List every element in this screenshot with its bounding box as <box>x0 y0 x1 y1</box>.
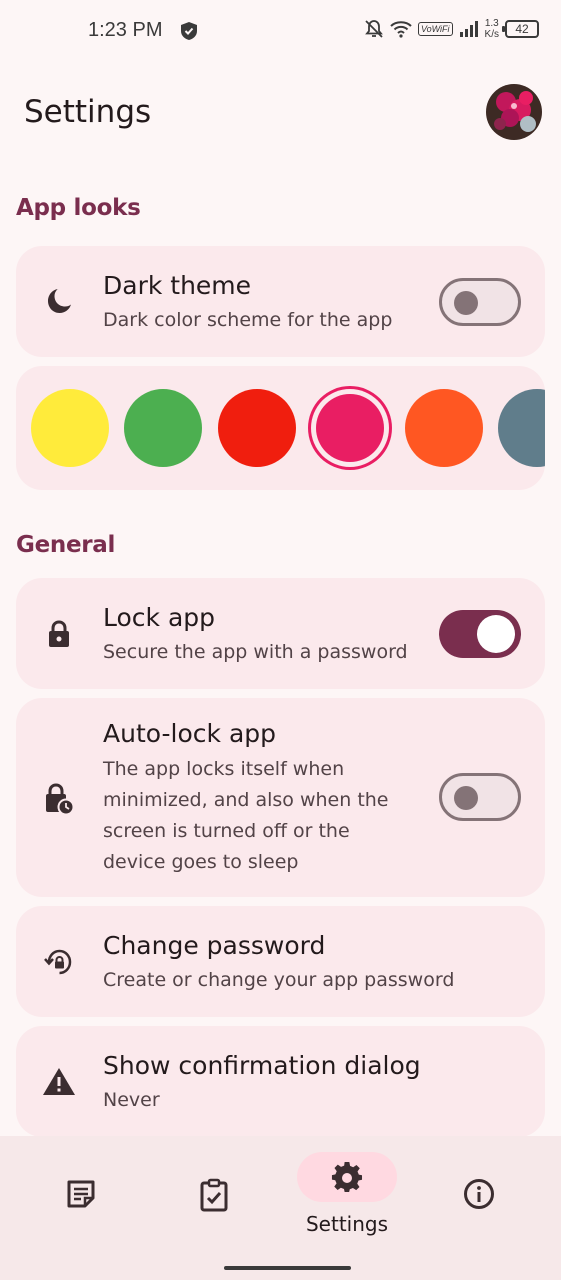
auto-lock-title: Auto-lock app <box>103 719 276 748</box>
nav-item-checklists[interactable] <box>164 1154 264 1234</box>
status-bar: 1:23 PM VoWiFi 1.3 K/s 42 <box>0 0 561 64</box>
color-swatch-pink-selected[interactable] <box>316 394 384 462</box>
status-time: 1:23 PM <box>88 19 163 41</box>
change-password-setting[interactable]: Change password Create or change your ap… <box>16 906 545 1017</box>
auto-lock-toggle[interactable] <box>439 773 521 821</box>
lock-clock-icon <box>42 782 76 816</box>
dark-theme-subtitle: Dark color scheme for the app <box>103 309 393 331</box>
gear-icon <box>331 1161 363 1193</box>
change-password-subtitle: Create or change your app password <box>103 969 455 991</box>
color-swatch-yellow[interactable] <box>31 389 109 467</box>
nav-label-settings: Settings <box>305 1212 389 1236</box>
dark-theme-title: Dark theme <box>103 271 252 300</box>
nav-item-notes[interactable] <box>31 1154 131 1234</box>
home-indicator[interactable] <box>224 1266 351 1270</box>
lock-app-title: Lock app <box>103 603 216 632</box>
section-title-app-looks: App looks <box>16 195 141 221</box>
bottom-navigation <box>0 1136 561 1280</box>
confirmation-dialog-setting[interactable]: Show confirmation dialog Never <box>16 1026 545 1137</box>
moon-icon <box>42 284 76 318</box>
confirmation-dialog-value: Never <box>103 1089 160 1111</box>
lock-app-subtitle: Secure the app with a password <box>103 641 408 663</box>
lock-app-setting[interactable]: Lock app Secure the app with a password <box>16 578 545 689</box>
auto-lock-subtitle: The app locks itself when minimized, and… <box>103 758 389 873</box>
notes-icon <box>65 1178 97 1210</box>
info-icon <box>463 1178 495 1210</box>
color-swatch-blue-grey[interactable] <box>498 389 545 467</box>
color-swatch-green[interactable] <box>124 389 202 467</box>
shield-icon <box>180 21 198 45</box>
avatar[interactable] <box>486 84 542 140</box>
auto-lock-setting[interactable]: Auto-lock app The app locks itself when … <box>16 698 545 897</box>
page-title: Settings <box>24 94 152 130</box>
color-swatch-red[interactable] <box>218 389 296 467</box>
lock-icon <box>42 617 76 651</box>
change-password-title: Change password <box>103 931 326 960</box>
wifi-icon <box>390 20 412 38</box>
section-title-general: General <box>16 532 116 558</box>
warning-icon <box>42 1064 76 1098</box>
lock-reset-icon <box>42 945 76 979</box>
dark-theme-setting[interactable]: Dark theme Dark color scheme for the app <box>16 246 545 357</box>
vowifi-badge: VoWiFi <box>417 22 453 36</box>
mute-icon <box>364 19 384 39</box>
nav-item-settings-active[interactable] <box>297 1152 397 1202</box>
lock-app-toggle[interactable] <box>439 610 521 658</box>
network-speed: 1.3 K/s <box>484 18 499 40</box>
dark-theme-toggle[interactable] <box>439 278 521 326</box>
battery-indicator: 42 <box>502 20 539 38</box>
confirmation-dialog-title: Show confirmation dialog <box>103 1051 421 1080</box>
color-swatch-orange[interactable] <box>405 389 483 467</box>
nav-item-about[interactable] <box>429 1154 529 1234</box>
signal-icon <box>459 20 479 38</box>
checklist-icon <box>198 1178 230 1212</box>
theme-color-picker <box>16 366 545 490</box>
